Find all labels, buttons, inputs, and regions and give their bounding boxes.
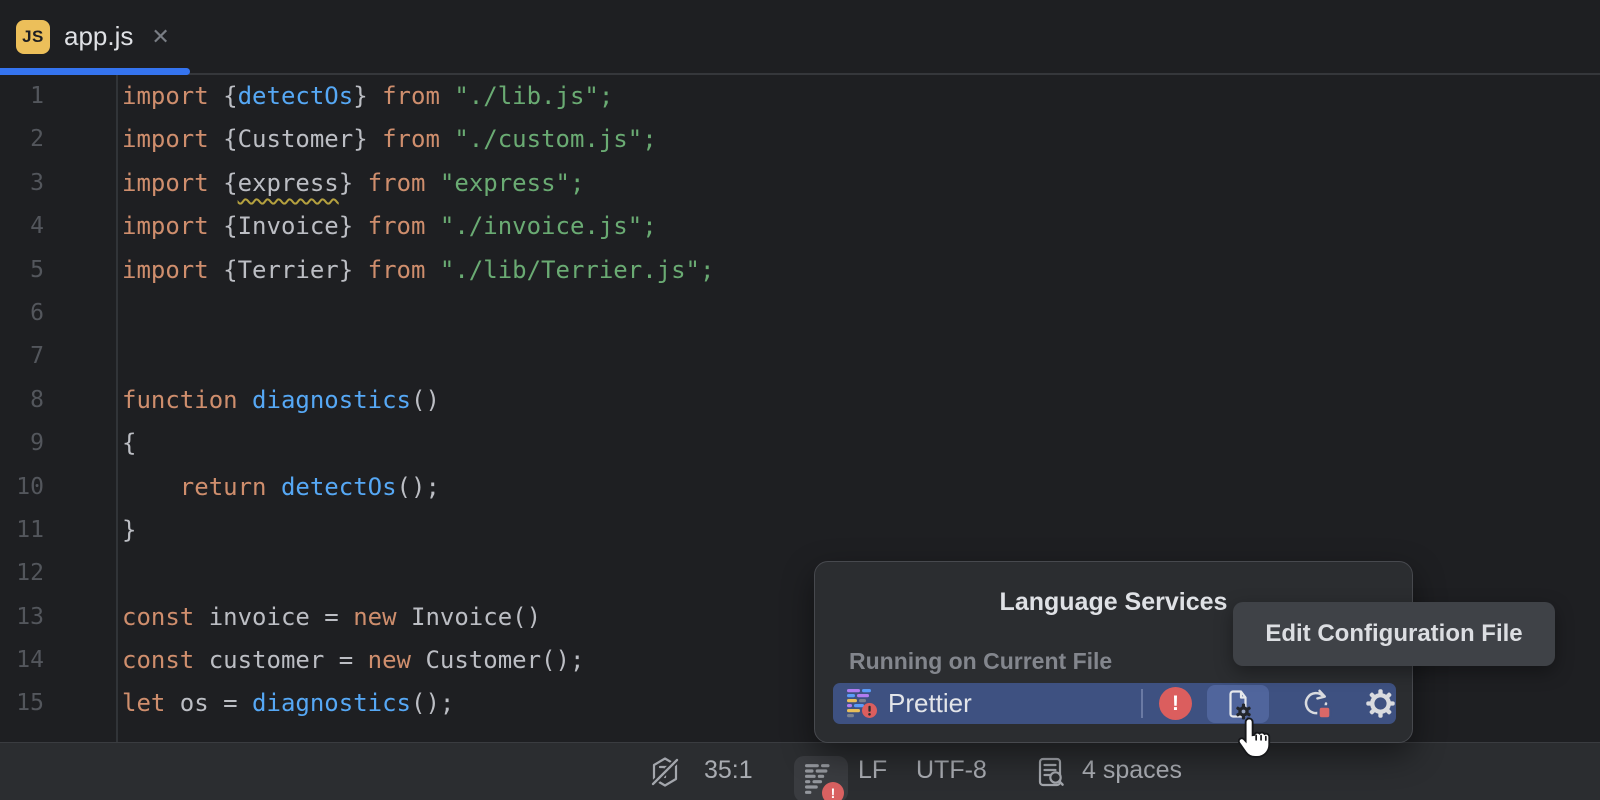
- indent-widget[interactable]: 4 spaces: [1082, 743, 1182, 798]
- restart-icon: [1299, 687, 1333, 721]
- code-line: import {detectOs} from "./lib.js";: [122, 75, 714, 118]
- line-number[interactable]: 7: [0, 335, 44, 378]
- code-line: const customer = new Customer();: [122, 639, 714, 682]
- editor-tab-bar: JS app.js ✕: [0, 0, 1600, 75]
- line-separator-widget[interactable]: LF: [858, 743, 887, 798]
- line-number[interactable]: 12: [0, 552, 44, 595]
- code-line: [122, 292, 714, 335]
- service-settings-button[interactable]: [1349, 685, 1411, 723]
- code-line: const invoice = new Invoice(): [122, 596, 714, 639]
- code-line: [122, 552, 714, 595]
- close-icon[interactable]: ✕: [151, 26, 169, 48]
- ai-disabled-icon[interactable]: [648, 755, 682, 789]
- code-line: {: [122, 422, 714, 465]
- line-number[interactable]: 9: [0, 422, 44, 465]
- error-badge-icon[interactable]: !: [1159, 687, 1192, 720]
- code-line: }: [122, 509, 714, 552]
- line-number[interactable]: 1: [0, 75, 44, 118]
- prettier-status-widget[interactable]: !: [794, 756, 848, 800]
- prettier-error-dot: !: [822, 782, 844, 800]
- prettier-icon: [847, 688, 877, 718]
- tab-label: app.js: [64, 21, 133, 52]
- line-number[interactable]: 8: [0, 379, 44, 422]
- code-line: function diagnostics(): [122, 379, 714, 422]
- service-row-prettier[interactable]: Prettier !: [833, 683, 1396, 724]
- code-area[interactable]: import {detectOs} from "./lib.js";import…: [122, 75, 714, 726]
- popup-section-label: Running on Current File: [849, 648, 1112, 675]
- line-number[interactable]: 4: [0, 205, 44, 248]
- tab-app-js[interactable]: JS app.js ✕: [0, 0, 190, 73]
- indent-info-icon[interactable]: [1034, 755, 1068, 789]
- line-number[interactable]: 13: [0, 596, 44, 639]
- line-number[interactable]: 14: [0, 639, 44, 682]
- code-line: import {Terrier} from "./lib/Terrier.js"…: [122, 249, 714, 292]
- line-number[interactable]: 3: [0, 162, 44, 205]
- code-line: import {express} from "express";: [122, 162, 714, 205]
- status-bar: 35:1 ! LF UTF-8 4 spaces: [0, 742, 1600, 800]
- active-tab-indicator: [0, 68, 190, 75]
- javascript-file-icon: JS: [16, 20, 50, 54]
- gear-icon: [1364, 687, 1397, 720]
- editor-gutter[interactable]: 123456789101112131415: [0, 75, 118, 742]
- row-divider: [1141, 689, 1143, 718]
- code-line: import {Invoice} from "./invoice.js";: [122, 205, 714, 248]
- line-number[interactable]: 15: [0, 682, 44, 725]
- line-number[interactable]: 5: [0, 249, 44, 292]
- code-line: [122, 335, 714, 378]
- restart-service-button[interactable]: [1285, 685, 1347, 723]
- line-number[interactable]: 2: [0, 118, 44, 161]
- hand-cursor: [1234, 716, 1274, 762]
- code-line: import {Customer} from "./custom.js";: [122, 118, 714, 161]
- tooltip-edit-configuration-file: Edit Configuration File: [1233, 602, 1555, 666]
- line-number[interactable]: 6: [0, 292, 44, 335]
- service-name: Prettier: [888, 683, 972, 724]
- caret-position-widget[interactable]: 35:1: [704, 743, 753, 798]
- code-line: let os = diagnostics();: [122, 682, 714, 725]
- ide-window: JS app.js ✕ 123456789101112131415 import…: [0, 0, 1600, 800]
- code-line: return detectOs();: [122, 466, 714, 509]
- line-number[interactable]: 11: [0, 509, 44, 552]
- encoding-widget[interactable]: UTF-8: [916, 743, 987, 798]
- line-number[interactable]: 10: [0, 466, 44, 509]
